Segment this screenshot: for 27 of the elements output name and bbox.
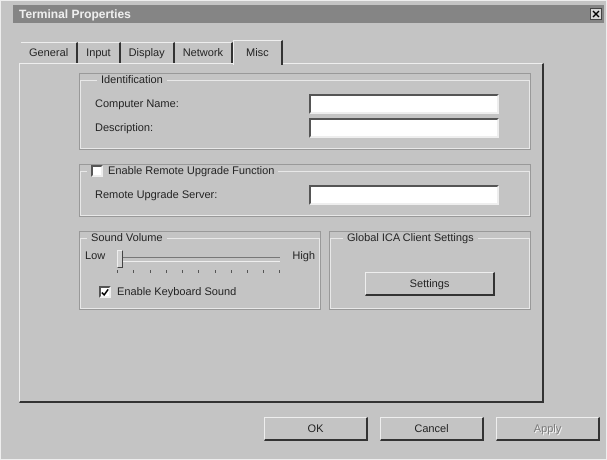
tab[interactable]: Input	[78, 42, 121, 63]
field-label: Remote Upgrade Server:	[95, 189, 218, 201]
checkbox-label: Enable Keyboard Sound	[117, 286, 236, 298]
input-field[interactable]	[309, 118, 499, 138]
tab[interactable]: General	[21, 42, 78, 63]
slider-track[interactable]	[117, 250, 280, 268]
close-icon[interactable]	[590, 8, 602, 20]
settings-button[interactable]: Settings	[365, 272, 495, 296]
window-title: Terminal Properties	[19, 7, 131, 21]
group-title: Sound Volume	[90, 232, 164, 244]
slider-thumb[interactable]	[117, 250, 124, 268]
tab[interactable]: Display	[120, 42, 175, 63]
slider-max-label: High	[292, 250, 315, 262]
dialog-button[interactable]: OK	[264, 417, 368, 441]
group-title: Identification	[100, 74, 164, 86]
tab[interactable]: Network	[174, 42, 234, 63]
input-field[interactable]	[309, 185, 499, 205]
checkbox[interactable]	[91, 165, 103, 177]
dialog-button[interactable]: Cancel	[380, 417, 484, 441]
input-field[interactable]	[309, 94, 499, 114]
group-title: Global ICA Client Settings	[346, 232, 475, 244]
field-label: Description:	[95, 122, 154, 134]
checkbox[interactable]	[99, 286, 111, 298]
field-label: Computer Name:	[95, 98, 179, 110]
slider-min-label: Low	[85, 250, 106, 262]
tab[interactable]: Misc	[233, 40, 283, 65]
checkbox-label: Enable Remote Upgrade Function	[108, 165, 274, 177]
